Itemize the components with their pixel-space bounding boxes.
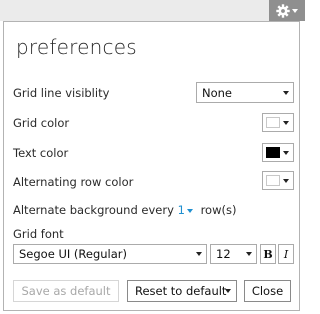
font-family-select[interactable]: Segoe UI (Regular) (13, 244, 207, 264)
alternate-background-suffix: row(s) (200, 203, 237, 217)
preferences-dialog: preferences Grid line visiblity None Gri… (3, 21, 300, 311)
settings-menu-button[interactable] (269, 0, 305, 21)
font-size-value: 12 (216, 247, 231, 261)
italic-button[interactable]: I (278, 244, 294, 264)
grid-line-visibility-label: Grid line visiblity (13, 86, 110, 100)
grid-color-label: Grid color (13, 116, 70, 130)
grid-color-picker[interactable] (262, 113, 294, 132)
grid-line-visibility-value: None (202, 85, 233, 100)
text-color-swatch (266, 147, 280, 158)
chevron-down-icon (292, 8, 298, 13)
close-button[interactable]: Close (244, 280, 291, 302)
alternate-background-row: Alternate background every 1 row(s) (13, 203, 236, 217)
chevron-down-icon (246, 252, 252, 256)
font-family-value: Segoe UI (Regular) (19, 247, 127, 261)
grid-line-visibility-select[interactable]: None (196, 82, 294, 103)
chevron-down-icon (196, 252, 202, 256)
chevron-down-icon (283, 90, 289, 95)
alternating-row-color-label: Alternating row color (13, 175, 134, 189)
bold-button[interactable]: B (260, 244, 276, 264)
text-color-picker[interactable] (262, 143, 294, 162)
gear-icon (276, 3, 290, 18)
chevron-down-icon[interactable] (186, 209, 193, 213)
chevron-down-icon (283, 151, 289, 155)
chevron-down-icon (225, 289, 231, 293)
grid-font-label: Grid font (13, 227, 64, 241)
top-bar (0, 0, 305, 21)
font-size-select[interactable]: 12 (210, 244, 257, 264)
chevron-down-icon (283, 121, 289, 125)
reset-to-default-label: Reset to default (135, 284, 227, 298)
chevron-down-icon (283, 179, 289, 183)
alternating-row-color-swatch (266, 175, 280, 186)
text-color-label: Text color (13, 146, 69, 160)
dialog-title: preferences (16, 35, 137, 59)
alternating-row-color-picker[interactable] (262, 171, 294, 190)
grid-color-swatch (266, 117, 280, 128)
save-as-default-button[interactable]: Save as default (13, 280, 119, 302)
alternate-background-prefix: Alternate background every (13, 203, 174, 217)
reset-to-default-button[interactable]: Reset to default (127, 280, 237, 302)
alternate-background-count[interactable]: 1 (178, 203, 185, 217)
